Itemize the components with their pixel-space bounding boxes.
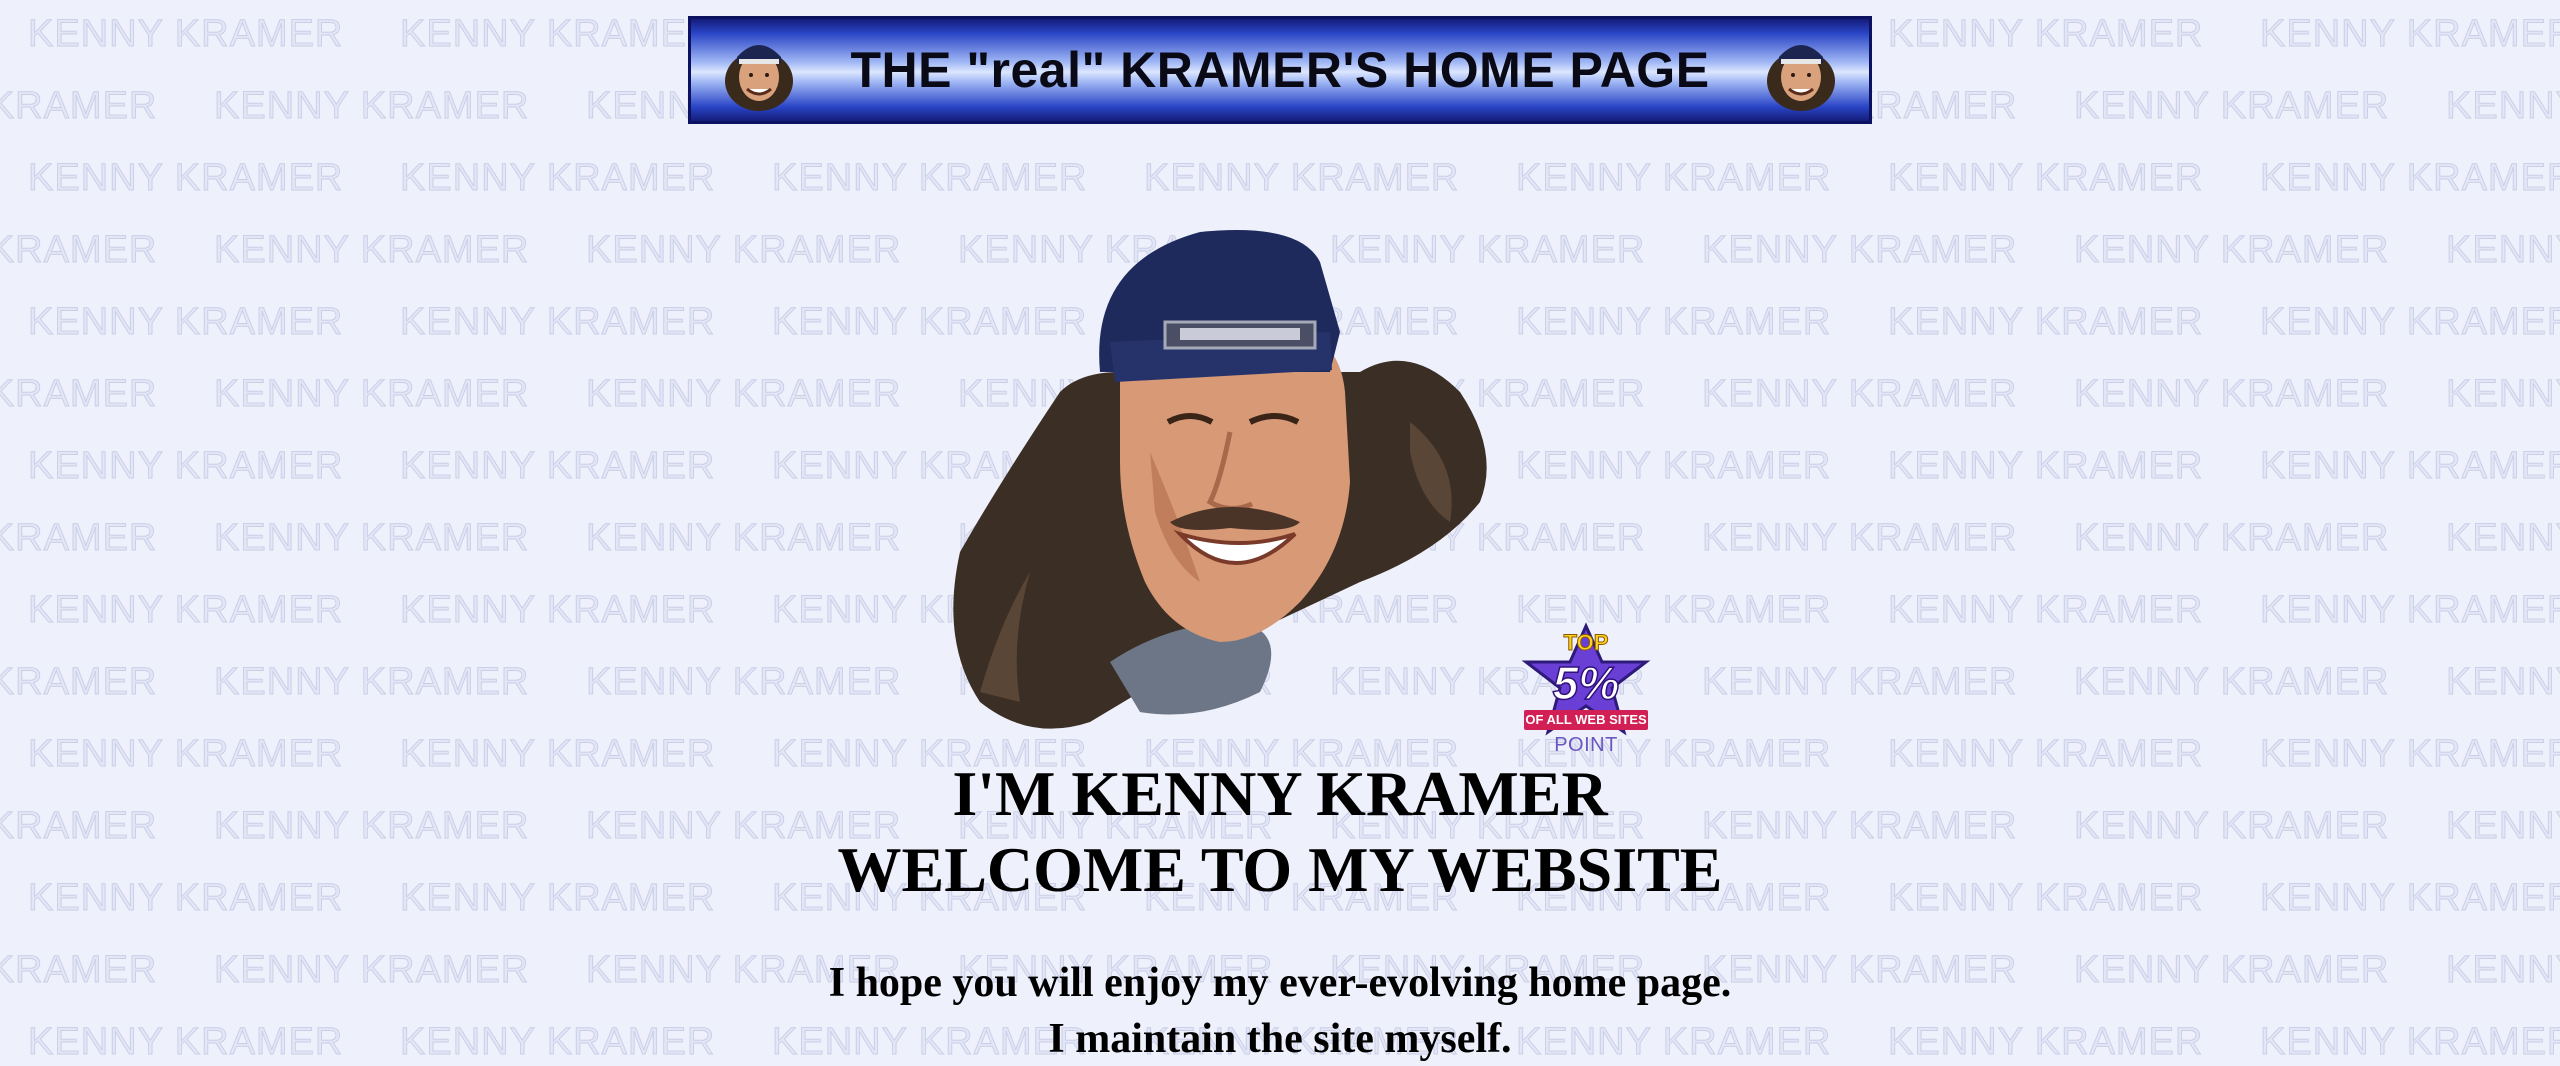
watermark-text: KENNY KRAMER (2260, 589, 2560, 631)
intro-text-line: I hope you will enjoy my ever-evolving h… (828, 960, 1732, 1006)
watermark-text: KENNY KRAMER (28, 445, 343, 487)
watermark-text: KENNY KRAMER (1702, 517, 2017, 559)
watermark-text: KENNY KRAMER (214, 373, 529, 415)
watermark-text: KENNY KRAMER (1888, 13, 2203, 55)
watermark-text: KENNY KRAMER (28, 589, 343, 631)
watermark-text: KENNY KRAMER (214, 85, 529, 127)
watermark-text: KENNY KRAMER (0, 661, 157, 703)
page-heading-name: I'M KENNY KRAMER (952, 758, 1608, 829)
watermark-text: KENNY KRAMER (400, 157, 715, 199)
watermark-text: KENNY KRAMER (2260, 445, 2560, 487)
watermark-text: KENNY KRAMER (2074, 517, 2389, 559)
watermark-text: KENNY KRAMER (0, 85, 157, 127)
watermark-text: KENNY KRAMER (1516, 301, 1831, 343)
kramer-portrait-photo (953, 230, 1487, 729)
watermark-text: KENNY KRAMER (0, 373, 157, 415)
watermark-text: KENNY KRAMER (2260, 13, 2560, 55)
watermark-text: KENNY KRAMER (214, 517, 529, 559)
watermark-text: KENNY KRAMER (2446, 85, 2560, 127)
kramer-face-icon (1767, 45, 1835, 111)
watermark-text: KENNY KRAMER (2446, 229, 2560, 271)
watermark-text: KENNY KRAMER (214, 661, 529, 703)
intro-text-line: I maintain the site myself. (1048, 1016, 1512, 1062)
watermark-text: KENNY KRAMER (2074, 229, 2389, 271)
watermark-text: KENNY KRAMER (0, 517, 157, 559)
watermark-text: KENNY KRAMER (28, 13, 343, 55)
header-banner: THE "real" KRAMER'S HOME PAGE (688, 16, 1872, 124)
kramer-face-icon (725, 45, 793, 111)
watermark-text: KENNY KRAMER (2446, 373, 2560, 415)
watermark-text: KENNY KRAMER (0, 229, 157, 271)
watermark-text: KENNY KRAMER (1888, 301, 2203, 343)
watermark-text: KENNY KRAMER (2260, 157, 2560, 199)
watermark-text: KENNY KRAMER (772, 157, 1087, 199)
watermark-text: KENNY KRAMER (400, 301, 715, 343)
watermark-text: KENNY KRAMER (28, 301, 343, 343)
watermark-text: KENNY KRAMER (2074, 373, 2389, 415)
watermark-text: KENNY KRAMER (586, 373, 901, 415)
watermark-text: KENNY KRAMER (400, 13, 715, 55)
watermark-text: KENNY KRAMER (2260, 301, 2560, 343)
watermark-text: KENNY KRAMER (1516, 445, 1831, 487)
badge-percent-label: 5% (1552, 656, 1620, 710)
top-5-percent-badge[interactable]: TOP 5% OF ALL WEB SITES POINT (1514, 622, 1658, 762)
watermark-text: KENNY KRAMER (1516, 157, 1831, 199)
watermark-text: KENNY KRAMER (1702, 661, 2017, 703)
watermark-text: KENNY KRAMER (1888, 589, 2203, 631)
watermark-text: KENNY KRAMER (2074, 661, 2389, 703)
watermark-text: KENNY KRAMER (586, 517, 901, 559)
badge-top-label: TOP (1563, 630, 1609, 656)
watermark-text: KENNY KRAMER (400, 589, 715, 631)
watermark-text: KENNY KRAMER (400, 445, 715, 487)
watermark-text: KENNY KRAMER (1888, 445, 2203, 487)
watermark-text: KENNY KRAMER (28, 157, 343, 199)
watermark-text: KENNY KRAMER (1144, 157, 1459, 199)
watermark-text: KENNY KRAMER (1702, 373, 2017, 415)
watermark-text: KENNY KRAMER (1702, 229, 2017, 271)
watermark-text: KENNY KRAMER (586, 661, 901, 703)
watermark-text: KENNY KRAMER (586, 229, 901, 271)
watermark-text: KENNY KRAMER (2446, 517, 2560, 559)
banner-title: THE "real" KRAMER'S HOME PAGE (850, 42, 1710, 98)
watermark-text: KENNY KRAMER (2074, 85, 2389, 127)
badge-ribbon-label: OF ALL WEB SITES (1524, 710, 1648, 730)
watermark-text: KENNY KRAMER (214, 229, 529, 271)
page-heading-welcome: WELCOME TO MY WEBSITE (837, 834, 1723, 905)
watermark-text: KENNY KRAMER (2446, 661, 2560, 703)
watermark-text: KENNY KRAMER (1888, 157, 2203, 199)
